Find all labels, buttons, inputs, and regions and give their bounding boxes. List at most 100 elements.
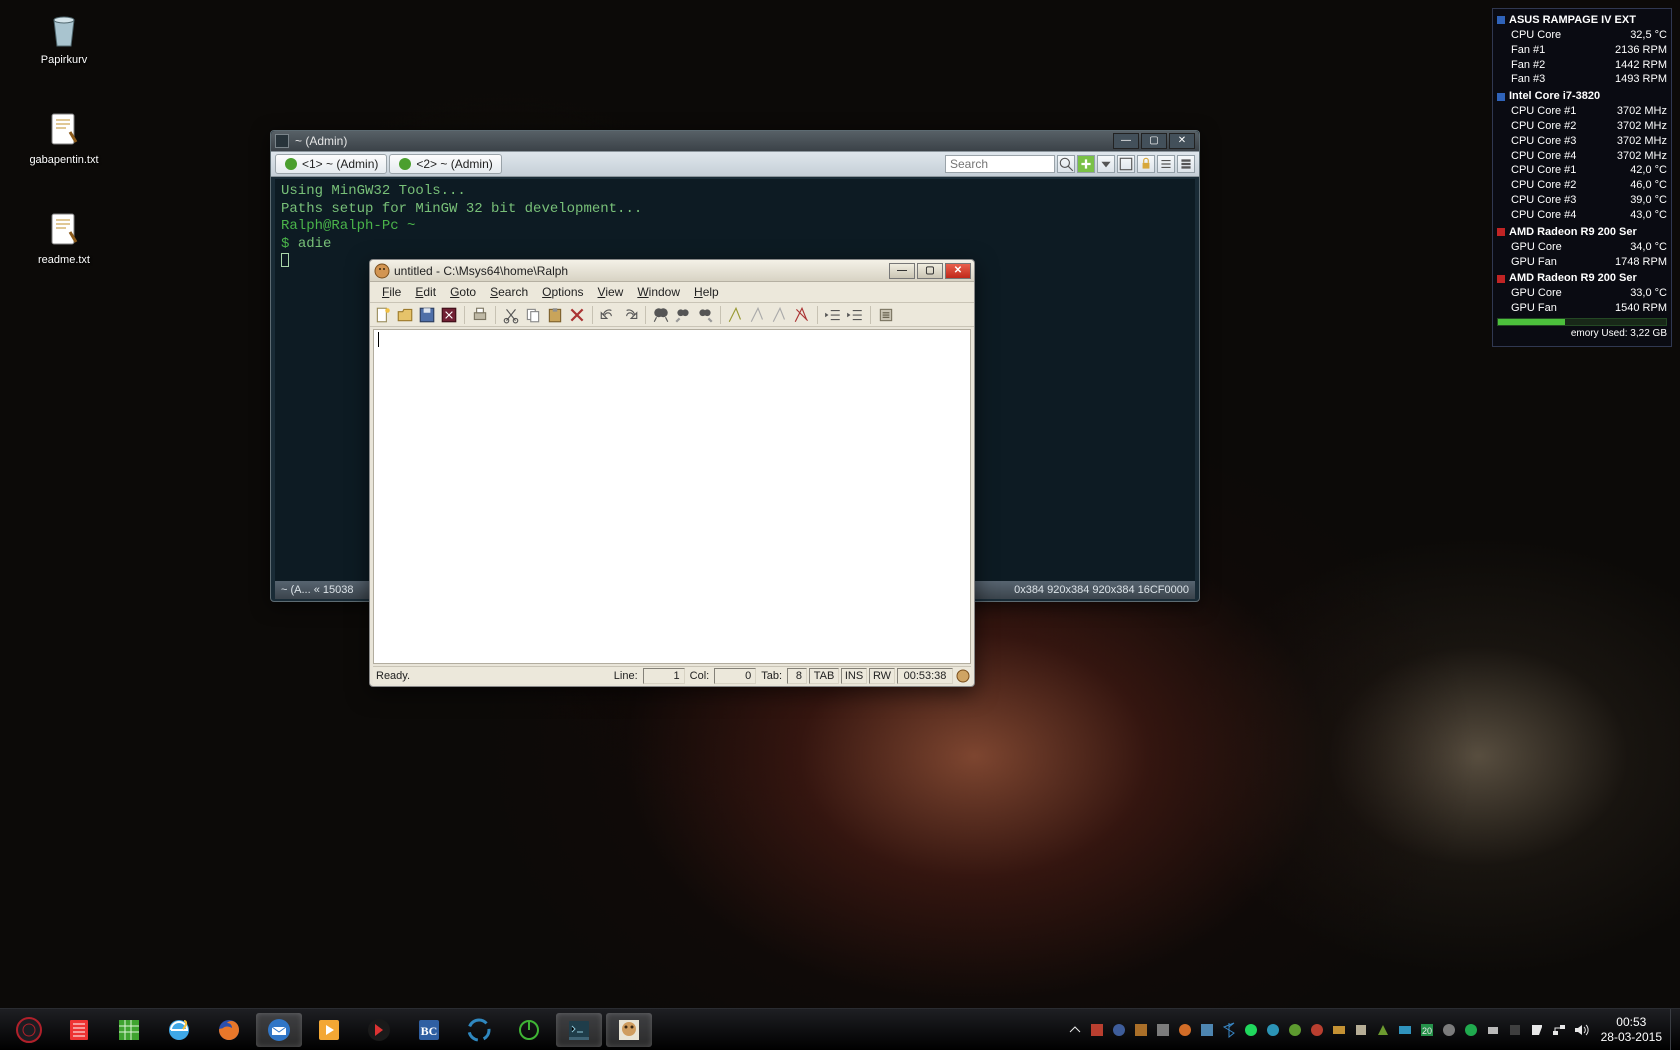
- tray-app-icon[interactable]: [1309, 1022, 1325, 1038]
- open-file-icon[interactable]: [396, 306, 414, 324]
- tray-app-icon[interactable]: [1441, 1022, 1457, 1038]
- tray-app-icon[interactable]: [1353, 1022, 1369, 1038]
- menu-search[interactable]: Search: [484, 283, 534, 301]
- hwmon-memory-label: emory Used: 3,22 GB: [1497, 327, 1667, 341]
- taskbar-app-power[interactable]: [506, 1013, 552, 1047]
- show-desktop-button[interactable]: [1670, 1009, 1680, 1050]
- hwmon-row: CPU Core #246,0 °C: [1497, 178, 1667, 193]
- tray-app-icon[interactable]: [1265, 1022, 1281, 1038]
- lock-icon[interactable]: [1137, 155, 1155, 173]
- minimize-button[interactable]: —: [889, 263, 915, 279]
- tray-app-icon[interactable]: [1177, 1022, 1193, 1038]
- desktop-icon-gabapentin[interactable]: gabapentin.txt: [22, 110, 106, 166]
- system-menu-icon[interactable]: [275, 134, 289, 148]
- outdent-icon[interactable]: [824, 306, 842, 324]
- taskbar-app-clock[interactable]: [456, 1013, 502, 1047]
- tray-app-icon[interactable]: [1111, 1022, 1127, 1038]
- hwmon-memory-bar: [1497, 318, 1667, 326]
- taskbar-app-mail[interactable]: [256, 1013, 302, 1047]
- menu-options[interactable]: Options: [536, 283, 589, 301]
- tray-volume-icon[interactable]: [1573, 1022, 1589, 1038]
- status-mode-rw[interactable]: RW: [869, 668, 895, 684]
- menu-window[interactable]: Window: [631, 283, 686, 301]
- find-prev-icon[interactable]: [674, 306, 692, 324]
- terminal-tab-1[interactable]: <1> ~ (Admin): [275, 154, 387, 174]
- tray-app-icon[interactable]: [1155, 1022, 1171, 1038]
- new-file-icon[interactable]: [374, 306, 392, 324]
- tray-app-icon[interactable]: 20: [1419, 1022, 1435, 1038]
- taskbar-clock[interactable]: 00:53 28-03-2015: [1595, 1015, 1670, 1044]
- taskbar-app-terminal[interactable]: [556, 1013, 602, 1047]
- taskbar-app-ie[interactable]: [156, 1013, 202, 1047]
- tray-app-icon[interactable]: [1507, 1022, 1523, 1038]
- taskbar-app-bc[interactable]: BC: [406, 1013, 452, 1047]
- list-icon[interactable]: [1157, 155, 1175, 173]
- adie-titlebar[interactable]: untitled - C:\Msys64\home\Ralph — ▢ ✕: [370, 260, 974, 282]
- find-icon[interactable]: [652, 306, 670, 324]
- status-left: ~ (A... « 15038: [281, 584, 353, 596]
- tray-app-icon[interactable]: [1287, 1022, 1303, 1038]
- copy-icon[interactable]: [524, 306, 542, 324]
- menu-file[interactable]: File: [376, 283, 407, 301]
- bookmark-next-icon[interactable]: [771, 306, 789, 324]
- menu-goto[interactable]: Goto: [444, 283, 482, 301]
- settings-icon[interactable]: [877, 306, 895, 324]
- tray-app-icon[interactable]: [1463, 1022, 1479, 1038]
- undo-icon[interactable]: [599, 306, 617, 324]
- taskbar-app-adie[interactable]: [606, 1013, 652, 1047]
- close-file-icon[interactable]: [440, 306, 458, 324]
- dropdown-button[interactable]: [1097, 155, 1115, 173]
- adie-app-icon: [374, 263, 390, 279]
- menu-help[interactable]: Help: [688, 283, 725, 301]
- start-button[interactable]: [6, 1013, 52, 1047]
- close-button[interactable]: ✕: [945, 263, 971, 279]
- taskbar-app-gamebooster[interactable]: [356, 1013, 402, 1047]
- adie-editor-area[interactable]: [373, 329, 971, 664]
- tray-app-icon[interactable]: [1375, 1022, 1391, 1038]
- view-mode-button[interactable]: [1117, 155, 1135, 173]
- bookmark-set-icon[interactable]: [727, 306, 745, 324]
- indent-icon[interactable]: [846, 306, 864, 324]
- menu-edit[interactable]: Edit: [409, 283, 442, 301]
- taskbar-app-media[interactable]: [306, 1013, 352, 1047]
- bookmark-clear-icon[interactable]: [793, 306, 811, 324]
- maximize-button[interactable]: ▢: [1141, 133, 1167, 149]
- tray-app-icon[interactable]: [1397, 1022, 1413, 1038]
- status-mode-ins[interactable]: INS: [841, 668, 867, 684]
- desktop-icon-recycle-bin[interactable]: Papirkurv: [22, 10, 106, 66]
- tray-chevron-up-icon[interactable]: [1067, 1022, 1083, 1038]
- taskbar-app-spreadsheet[interactable]: [106, 1013, 152, 1047]
- tray-network-icon[interactable]: [1551, 1022, 1567, 1038]
- tray-app-icon[interactable]: [1089, 1022, 1105, 1038]
- tray-action-center-icon[interactable]: [1529, 1022, 1545, 1038]
- redo-icon[interactable]: [621, 306, 639, 324]
- status-mode-tab[interactable]: TAB: [809, 668, 839, 684]
- menu-icon[interactable]: [1177, 155, 1195, 173]
- terminal-search-input[interactable]: [945, 155, 1055, 173]
- tray-app-icon[interactable]: [1243, 1022, 1259, 1038]
- terminal-tab-2[interactable]: <2> ~ (Admin): [389, 154, 501, 174]
- tray-bluetooth-icon[interactable]: [1221, 1022, 1237, 1038]
- search-go-icon[interactable]: [1057, 155, 1075, 173]
- minimize-button[interactable]: —: [1113, 133, 1139, 149]
- taskbar-app-firefox[interactable]: [206, 1013, 252, 1047]
- desktop-icon-readme[interactable]: readme.txt: [22, 210, 106, 266]
- new-tab-button[interactable]: [1077, 155, 1095, 173]
- print-icon[interactable]: [471, 306, 489, 324]
- tray-app-icon[interactable]: [1485, 1022, 1501, 1038]
- tray-app-icon[interactable]: [1133, 1022, 1149, 1038]
- menu-view[interactable]: View: [592, 283, 630, 301]
- taskbar-app-notes[interactable]: [56, 1013, 102, 1047]
- maximize-button[interactable]: ▢: [917, 263, 943, 279]
- find-next-icon[interactable]: [696, 306, 714, 324]
- paste-icon[interactable]: [546, 306, 564, 324]
- terminal-titlebar[interactable]: ~ (Admin) — ▢ ✕: [271, 131, 1199, 151]
- save-file-icon[interactable]: [418, 306, 436, 324]
- close-button[interactable]: ✕: [1169, 133, 1195, 149]
- tray-app-icon[interactable]: [1331, 1022, 1347, 1038]
- cut-icon[interactable]: [502, 306, 520, 324]
- bookmark-prev-icon[interactable]: [749, 306, 767, 324]
- delete-icon[interactable]: [568, 306, 586, 324]
- tray-app-icon[interactable]: [1199, 1022, 1215, 1038]
- hwmon-section-header: ASUS RAMPAGE IV EXT: [1497, 13, 1667, 28]
